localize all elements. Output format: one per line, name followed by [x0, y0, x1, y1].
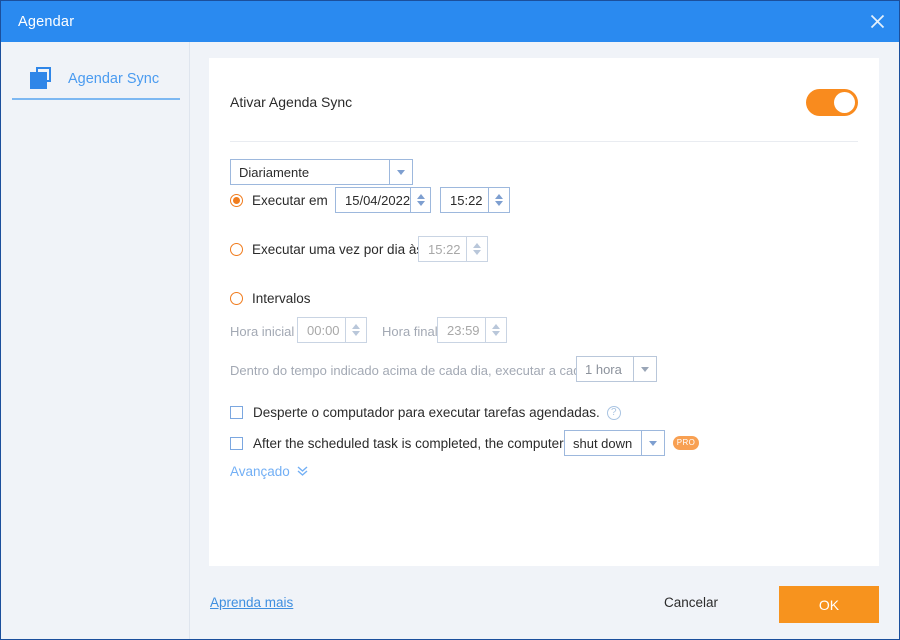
end-hour-stepper[interactable] — [485, 318, 506, 342]
activate-label: Ativar Agenda Sync — [230, 94, 353, 110]
wake-computer-checkbox[interactable] — [230, 406, 243, 419]
once-per-day-radio-row[interactable]: Executar uma vez por dia às — [230, 242, 423, 257]
wake-computer-label: Desperte o computador para executar tare… — [253, 405, 600, 420]
advanced-toggle[interactable]: Avançado — [230, 464, 309, 479]
wake-computer-row[interactable]: Desperte o computador para executar tare… — [230, 405, 621, 420]
time-stepper[interactable] — [488, 188, 509, 212]
double-chevron-down-icon — [296, 465, 309, 478]
after-task-checkbox[interactable] — [230, 437, 243, 450]
chevron-down-icon — [633, 357, 656, 381]
learn-more-link[interactable]: Aprenda mais — [210, 595, 293, 610]
after-task-action-value: shut down — [573, 435, 633, 451]
end-hour-field[interactable]: 23:59 — [437, 317, 507, 343]
sidebar-active-indicator — [12, 98, 180, 100]
intervals-radio[interactable] — [230, 292, 243, 305]
after-task-row[interactable]: After the scheduled task is completed, t… — [230, 436, 586, 451]
activate-toggle[interactable] — [806, 89, 858, 116]
end-hour-value: 23:59 — [447, 322, 480, 338]
run-at-label: Executar em — [252, 193, 328, 208]
dialog-footer: Aprenda mais Cancelar OK — [190, 566, 899, 639]
window-title: Agendar — [18, 13, 75, 30]
sidebar: Agendar Sync — [2, 42, 190, 639]
pro-badge: PRO — [673, 436, 699, 450]
run-at-time-value: 15:22 — [450, 192, 483, 208]
once-per-day-label: Executar uma vez por dia às — [252, 242, 424, 257]
intervals-label: Intervalos — [252, 291, 311, 306]
ok-button[interactable]: OK — [779, 586, 879, 623]
once-per-day-time-value: 15:22 — [428, 241, 461, 257]
start-hour-label: Hora inicial — [230, 324, 295, 339]
run-at-date-value: 15/04/2022 — [345, 192, 411, 208]
section-divider — [230, 141, 858, 142]
close-icon — [870, 14, 884, 29]
chevron-down-icon — [389, 160, 412, 184]
run-at-time-field[interactable]: 15:22 — [440, 187, 510, 213]
sidebar-item-agendar-sync[interactable]: Agendar Sync — [12, 59, 180, 99]
after-task-label: After the scheduled task is completed, t… — [253, 436, 587, 451]
start-hour-stepper[interactable] — [345, 318, 366, 342]
content-area: Ativar Agenda Sync Diariamente Executar … — [190, 42, 899, 639]
run-at-radio-row[interactable]: Executar em — [230, 193, 328, 208]
execute-every-select[interactable]: 1 hora — [576, 356, 657, 382]
title-bar: Agendar — [1, 1, 899, 42]
execute-every-value: 1 hora — [585, 361, 622, 377]
schedule-dialog-window: Agendar Agendar Sync Ativar Agenda Sync — [0, 0, 900, 640]
intervals-radio-row[interactable]: Intervalos — [230, 291, 311, 306]
execute-every-label: Dentro do tempo indicado acima de cada d… — [230, 363, 588, 378]
once-per-day-radio[interactable] — [230, 243, 243, 256]
frequency-select-value: Diariamente — [239, 164, 310, 180]
sidebar-item-label: Agendar Sync — [68, 71, 160, 87]
start-hour-field[interactable]: 00:00 — [297, 317, 367, 343]
question-mark-icon[interactable]: ? — [606, 405, 621, 420]
cancel-button[interactable]: Cancelar — [664, 595, 718, 610]
after-task-action-select[interactable]: shut down — [564, 430, 665, 456]
settings-card: Ativar Agenda Sync Diariamente Executar … — [209, 58, 879, 566]
run-at-radio[interactable] — [230, 194, 243, 207]
chevron-down-icon — [641, 431, 664, 455]
start-hour-value: 00:00 — [307, 322, 340, 338]
date-stepper[interactable] — [410, 188, 430, 212]
activate-row: Ativar Agenda Sync — [230, 89, 858, 128]
end-hour-label: Hora final — [382, 324, 438, 339]
once-per-day-time-field[interactable]: 15:22 — [418, 236, 488, 262]
toggle-knob — [834, 92, 855, 113]
frequency-select[interactable]: Diariamente — [230, 159, 413, 185]
once-per-day-time-stepper[interactable] — [466, 237, 487, 261]
run-at-date-field[interactable]: 15/04/2022 — [335, 187, 431, 213]
copy-squares-icon — [30, 67, 56, 91]
advanced-label: Avançado — [230, 464, 290, 479]
close-button[interactable] — [853, 1, 899, 42]
